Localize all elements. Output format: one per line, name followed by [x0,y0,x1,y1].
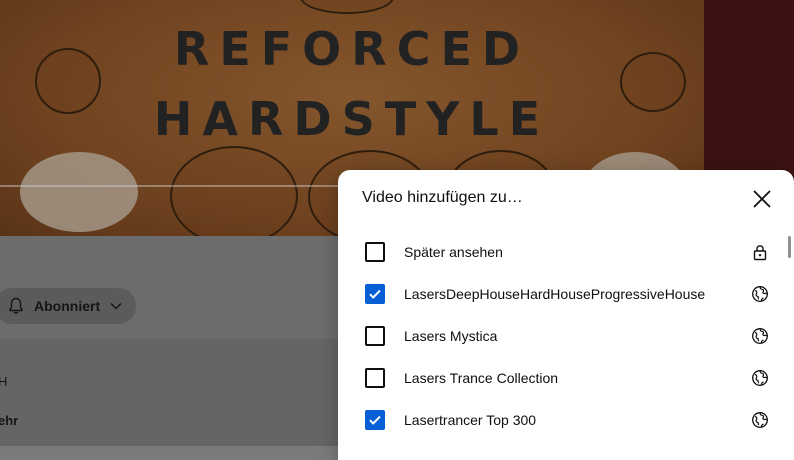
playlist-row[interactable]: Später ansehen [338,232,788,274]
dialog-scrollbar[interactable] [788,236,791,258]
playlist-name: Lasers Mystica [404,328,498,344]
lock-icon [751,243,769,261]
playlist-name: Lasertrancer Top 300 [404,412,537,428]
dialog-title: Video hinzufügen zu… [362,189,523,206]
playlist-checkbox[interactable] [365,242,385,262]
save-to-playlist-dialog: Video hinzufügen zu… Später ansehen Laser… [338,170,794,460]
globe-icon [751,327,769,345]
playlist-row[interactable]: Lasertrancer Top 300 [338,400,788,442]
playlist-checkbox[interactable] [365,410,385,430]
playlist-checkbox[interactable] [365,284,385,304]
checkmark-icon [369,415,381,425]
globe-icon [751,411,769,429]
playlist-name: LasersDeepHouseHardHouseProgressiveHouse [404,286,706,302]
playlist-row[interactable]: Lasers Trance Collection [338,358,788,400]
playlist-row[interactable]: LasersDeepHouseHardHouseProgressiveHouse [338,274,788,316]
close-icon[interactable] [748,185,776,213]
playlist-name: Später ansehen [404,244,503,260]
playlist-row[interactable]: Lasers Mystica [338,316,788,358]
playlist-name: Lasers Trance Collection [404,370,559,386]
globe-icon [751,285,769,303]
playlist-checkbox[interactable] [365,326,385,346]
checkmark-icon [369,289,381,299]
globe-icon [751,369,769,387]
playlist-checkbox[interactable] [365,368,385,388]
